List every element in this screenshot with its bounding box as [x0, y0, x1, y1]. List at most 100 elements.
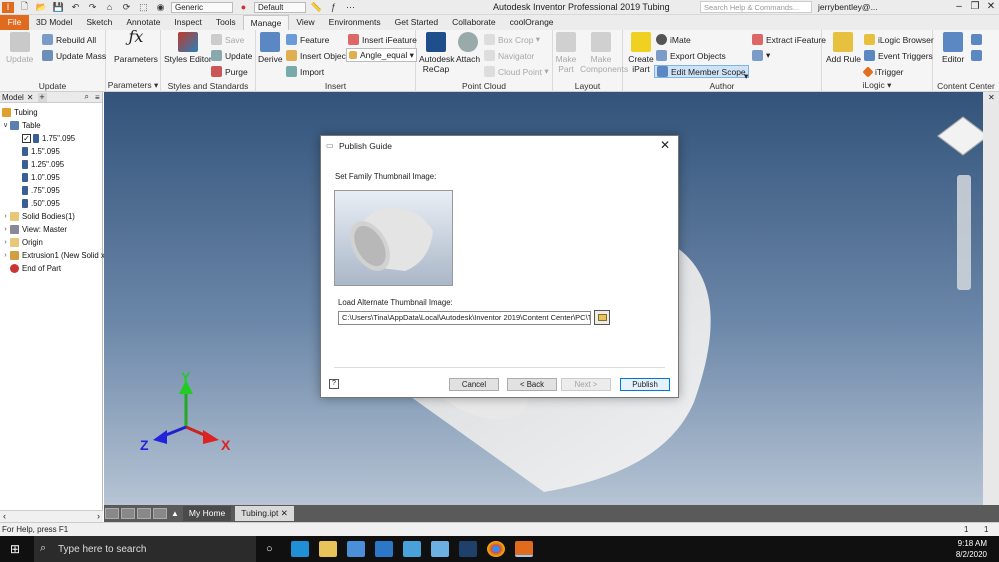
- measure-icon[interactable]: 📏: [310, 2, 323, 13]
- expand-icon[interactable]: ›: [2, 226, 9, 233]
- make-components-button[interactable]: Make Components: [580, 32, 628, 74]
- file-explorer-icon[interactable]: [318, 541, 337, 557]
- rebuild-all-button[interactable]: Rebuild All: [42, 33, 96, 46]
- export-objects-button[interactable]: Export Objects: [656, 49, 726, 62]
- tab-manage[interactable]: Manage: [242, 15, 290, 30]
- tree-origin[interactable]: › Origin: [2, 236, 43, 248]
- tab-annotate[interactable]: Annotate: [119, 15, 167, 30]
- material-select[interactable]: Default: [254, 1, 306, 13]
- appearance-select[interactable]: Generic: [171, 1, 233, 13]
- tree-solid-bodies[interactable]: › Solid Bodies(1): [2, 210, 75, 222]
- tree-view[interactable]: › View: Master: [2, 223, 67, 235]
- help-search-input[interactable]: Search Help & Commands...: [700, 1, 812, 13]
- tree-row-5[interactable]: .75".095: [22, 184, 60, 196]
- app-icon-1[interactable]: [402, 541, 421, 557]
- inventor-taskbar-icon[interactable]: [514, 541, 533, 557]
- close-icon[interactable]: ✕: [983, 0, 999, 15]
- tab-tools[interactable]: Tools: [209, 15, 243, 30]
- app-icon[interactable]: I: [2, 1, 14, 13]
- tab-inspect[interactable]: Inspect: [167, 15, 208, 30]
- navigation-bar[interactable]: [957, 175, 971, 290]
- tree-row-6[interactable]: .50".095: [22, 197, 60, 209]
- tree-root[interactable]: Tubing: [2, 106, 38, 118]
- edit-member-scope-button[interactable]: Edit Member Scope: [654, 65, 749, 78]
- tab-coolorange[interactable]: coolOrange: [503, 15, 561, 30]
- browser-scrollbar[interactable]: ‹ ›: [0, 510, 103, 522]
- angle-select[interactable]: Angle_equal ▾: [346, 48, 417, 62]
- app-icon-3[interactable]: [458, 541, 477, 557]
- back-button[interactable]: < Back: [507, 378, 557, 391]
- tree-row-2[interactable]: 1.5".095: [22, 145, 60, 157]
- close-icon[interactable]: ✕: [281, 508, 288, 518]
- open-file-icon[interactable]: 📂: [35, 2, 48, 13]
- tab-file[interactable]: File: [0, 15, 29, 30]
- publish-button[interactable]: Publish: [620, 378, 670, 391]
- new-file-icon[interactable]: 🗋: [18, 1, 31, 13]
- thumbnail-path-field[interactable]: C:\Users\Tina\AppData\Local\Autodesk\Inv…: [338, 311, 591, 325]
- close-icon[interactable]: ✕: [27, 93, 34, 102]
- author-table-button[interactable]: ▾: [752, 49, 770, 62]
- tab-menu-icon[interactable]: ▲: [171, 509, 179, 518]
- restore-icon[interactable]: ❐: [967, 0, 983, 15]
- update-icon[interactable]: ⟳: [120, 2, 133, 13]
- color-icon[interactable]: ◉: [154, 2, 167, 13]
- browse-button[interactable]: [594, 310, 610, 325]
- cc-refresh-button[interactable]: [971, 49, 985, 62]
- arrange-h-icon[interactable]: [137, 508, 151, 519]
- update-style-button[interactable]: Update: [211, 49, 252, 62]
- tile-icon[interactable]: [105, 508, 119, 519]
- insert-ifeature-button[interactable]: Insert iFeature: [348, 33, 417, 46]
- tab-tubing-ipt[interactable]: Tubing.ipt ✕: [235, 506, 294, 521]
- clock-date[interactable]: 8/2/2020: [956, 549, 987, 560]
- tab-sketch[interactable]: Sketch: [79, 15, 119, 30]
- event-triggers-button[interactable]: Event Triggers: [864, 49, 933, 62]
- tab-my-home[interactable]: My Home: [182, 506, 232, 521]
- add-rule-button[interactable]: Add Rule: [826, 32, 861, 64]
- tab-collaborate[interactable]: Collaborate: [445, 15, 502, 30]
- tree-end-of-part[interactable]: End of Part: [2, 262, 61, 274]
- save-icon[interactable]: 💾: [52, 2, 65, 13]
- edge-icon[interactable]: [290, 541, 309, 557]
- attach-button[interactable]: Attach: [456, 32, 480, 64]
- cascade-icon[interactable]: [121, 508, 135, 519]
- search-icon[interactable]: ⌕: [85, 92, 89, 102]
- tree-extrusion[interactable]: › Extrusion1 (New Solid x 1: [2, 249, 111, 261]
- save-style-button[interactable]: Save: [211, 33, 244, 46]
- navigator-button[interactable]: Navigator: [484, 49, 534, 62]
- parameters-button[interactable]: ƒx Parameters: [114, 29, 158, 65]
- store-icon[interactable]: [346, 541, 365, 557]
- app-icon-2[interactable]: [430, 541, 449, 557]
- editor-button[interactable]: Editor: [942, 32, 964, 64]
- itrigger-button[interactable]: iTrigger: [862, 65, 904, 78]
- add-tab-icon[interactable]: +: [37, 92, 47, 102]
- windows-start-icon[interactable]: ⊞: [10, 542, 20, 556]
- browser-tab-model[interactable]: Model: [2, 93, 24, 102]
- expand-icon[interactable]: ›: [2, 252, 9, 259]
- expand-icon[interactable]: ›: [2, 213, 9, 220]
- user-account[interactable]: jerrybentley@...: [818, 2, 878, 12]
- cloud-point-button[interactable]: Cloud Point ▾: [484, 65, 549, 78]
- scroll-left-icon[interactable]: ‹: [3, 511, 6, 521]
- extract-ifeature-button[interactable]: Extract iFeature: [752, 33, 826, 46]
- tab-view[interactable]: View: [289, 15, 321, 30]
- checkbox-checked-icon[interactable]: ✓: [22, 133, 31, 143]
- recap-button[interactable]: Autodesk ReCap: [419, 32, 454, 74]
- expand-icon[interactable]: ›: [2, 239, 9, 246]
- close-icon[interactable]: ✕: [988, 93, 995, 102]
- tab-get-started[interactable]: Get Started: [388, 15, 445, 30]
- tree-table[interactable]: ∨ Table: [2, 119, 41, 131]
- cancel-button[interactable]: Cancel: [449, 378, 499, 391]
- import-button[interactable]: Import: [286, 65, 324, 78]
- update-mass-button[interactable]: Update Mass: [42, 49, 106, 62]
- close-icon[interactable]: ✕: [660, 138, 670, 152]
- help-button[interactable]: ?: [329, 379, 339, 389]
- derive-button[interactable]: Derive: [258, 32, 283, 64]
- minimize-icon[interactable]: –: [951, 0, 967, 15]
- arrange-v-icon[interactable]: [153, 508, 167, 519]
- more-icon[interactable]: ⋯: [344, 2, 357, 13]
- clock-time[interactable]: 9:18 AM: [956, 538, 987, 549]
- chrome-icon[interactable]: [486, 541, 505, 557]
- menu-icon[interactable]: ≡: [95, 93, 100, 102]
- next-button[interactable]: Next >: [561, 378, 611, 391]
- redo-icon[interactable]: ↷: [86, 2, 99, 13]
